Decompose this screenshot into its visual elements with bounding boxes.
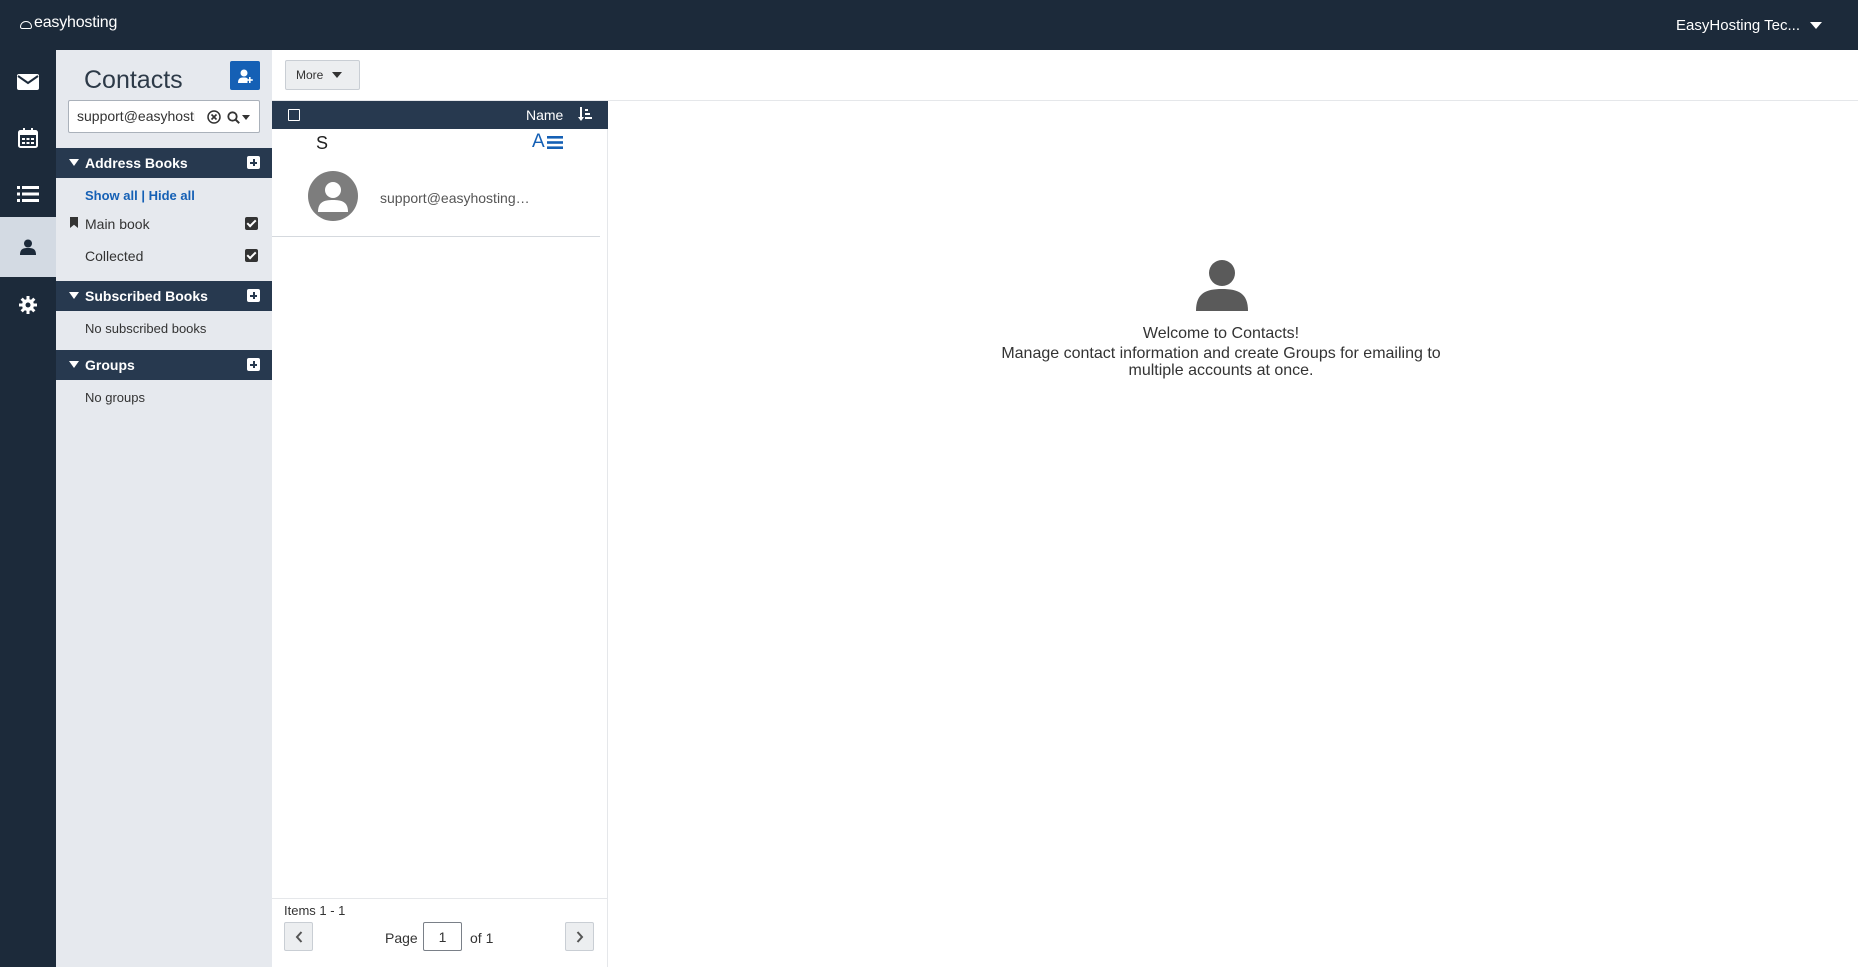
add-user-icon [238, 69, 253, 83]
contacts-icon [20, 239, 36, 255]
contacts-sidebar: Contacts Address Books Show all | Hide a… [56, 50, 272, 967]
page-title: Contacts [84, 66, 183, 94]
add-contact-button[interactable] [230, 61, 260, 90]
collapse-triangle-icon [69, 361, 79, 368]
rail-calendar[interactable] [0, 110, 56, 166]
bookmark-icon [70, 217, 78, 228]
brand-logo[interactable]: easyhosting [20, 14, 117, 32]
list-header: Name [272, 101, 608, 129]
contacts-toolbar: More [272, 50, 1858, 101]
link-separator: | [137, 188, 149, 203]
settings-gear-icon [19, 296, 37, 314]
chevron-down-icon [332, 72, 343, 78]
select-all-checkbox[interactable] [288, 109, 300, 121]
chevron-right-icon [576, 930, 583, 943]
address-book-checkbox[interactable] [245, 249, 258, 262]
clear-search-icon[interactable] [207, 110, 221, 124]
welcome-description: Manage contact information and create Gr… [1001, 345, 1441, 379]
sort-column-name[interactable]: Name [526, 107, 563, 123]
collapse-triangle-icon [69, 292, 79, 299]
visibility-links: Show all | Hide all [85, 188, 195, 203]
section-label: Subscribed Books [85, 288, 208, 304]
sort-order-icon[interactable] [578, 107, 592, 122]
section-groups[interactable]: Groups [56, 350, 272, 380]
letter-group-heading: S [316, 133, 329, 153]
add-group-icon[interactable] [247, 358, 260, 371]
chevron-down-icon [242, 114, 250, 120]
show-all-link[interactable]: Show all [85, 188, 138, 203]
alphabet-letter: A [532, 131, 545, 152]
collapse-triangle-icon [69, 159, 79, 166]
add-subscribed-book-icon[interactable] [247, 289, 260, 302]
rail-settings[interactable] [0, 277, 56, 333]
page-label: Page [385, 930, 418, 946]
previous-page-button[interactable] [284, 922, 313, 951]
section-address-books[interactable]: Address Books [56, 148, 272, 178]
top-bar: easyhosting EasyHosting Tec... [0, 0, 1858, 50]
avatar [308, 171, 358, 221]
section-label: Groups [85, 357, 135, 373]
section-label: Address Books [85, 155, 188, 171]
welcome-title: Welcome to Contacts! [1142, 325, 1300, 342]
list-item[interactable]: support@easyhosting.com [272, 159, 600, 237]
person-icon [1196, 260, 1248, 311]
contact-list-panel: Name S A support@easyhosting.com Items 1… [272, 101, 608, 967]
address-book-main[interactable]: Main book [56, 214, 272, 236]
account-menu[interactable]: EasyHosting Tec... [1676, 17, 1822, 34]
contact-email: support@easyhosting.com [380, 190, 530, 206]
address-book-name: Collected [85, 248, 144, 264]
section-subscribed-books[interactable]: Subscribed Books [56, 281, 272, 311]
person-icon [318, 182, 348, 212]
page-total: of 1 [470, 930, 494, 946]
address-book-name: Main book [85, 216, 150, 232]
chevron-down-icon [1810, 22, 1822, 29]
rail-tasks[interactable] [0, 166, 56, 222]
rail-mail[interactable] [0, 54, 56, 110]
alphabet-index-toggle[interactable]: A [532, 131, 563, 153]
search-options-button[interactable] [227, 109, 255, 125]
contacts-search [68, 100, 260, 133]
no-groups-text: No groups [85, 390, 145, 405]
brand-name: easyhosting [34, 14, 118, 31]
rail-contacts[interactable] [0, 219, 56, 275]
no-subscribed-books-text: No subscribed books [85, 321, 207, 336]
hide-all-link[interactable]: Hide all [149, 188, 195, 203]
page-number-input[interactable] [423, 922, 462, 951]
contact-detail-pane: Welcome to Contacts! Manage contact info… [608, 101, 1858, 967]
calendar-icon [18, 128, 38, 148]
next-page-button[interactable] [565, 922, 594, 951]
search-icon [227, 110, 240, 124]
search-input[interactable] [77, 108, 195, 124]
items-count: Items 1 - 1 [284, 903, 346, 918]
add-address-book-icon[interactable] [247, 156, 260, 169]
address-book-collected[interactable]: Collected [56, 246, 272, 268]
list-lines-icon [546, 135, 563, 149]
chevron-left-icon [295, 930, 302, 943]
app-rail [0, 50, 56, 967]
mail-icon [17, 74, 39, 90]
more-button[interactable]: More [285, 60, 360, 90]
account-name: EasyHosting Tec... [1676, 17, 1800, 34]
cloud-icon [20, 21, 32, 29]
more-label: More [296, 68, 324, 82]
tasks-list-icon [17, 186, 39, 202]
address-book-checkbox[interactable] [245, 217, 258, 230]
pagination-footer: Items 1 - 1 Page of 1 [272, 898, 608, 958]
